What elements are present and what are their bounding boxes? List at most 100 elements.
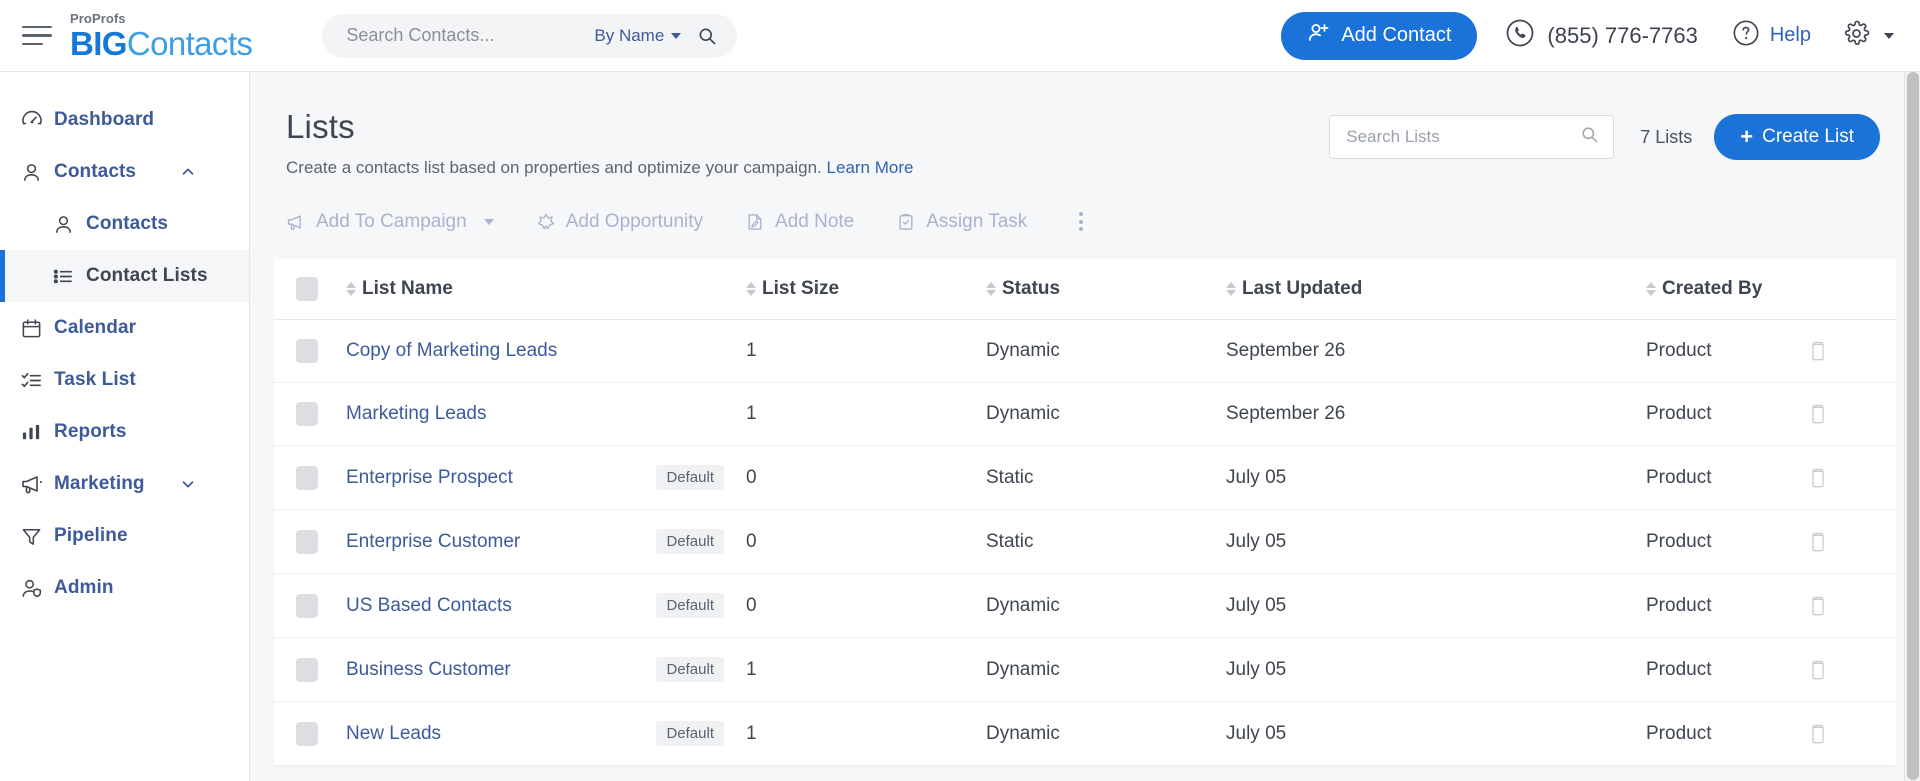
vertical-scrollbar[interactable] <box>1904 72 1920 781</box>
column-label: Last Updated <box>1242 278 1363 299</box>
sort-icon[interactable] <box>746 282 756 296</box>
action-assign-task[interactable]: Assign Task <box>896 211 1027 233</box>
more-actions-icon[interactable] <box>1069 206 1093 237</box>
action-label: Add To Campaign <box>316 210 467 232</box>
sidebar-item-admin[interactable]: Admin <box>0 562 249 614</box>
calendar-icon <box>20 317 54 340</box>
sort-icon[interactable] <box>986 282 996 296</box>
trash-icon[interactable] <box>1806 723 1896 745</box>
cell-list-name: Marketing Leads <box>346 382 746 446</box>
app-logo[interactable]: ProProfs BIGContacts <box>70 12 253 60</box>
sidebar-item-pipeline[interactable]: Pipeline <box>0 510 249 562</box>
add-contact-button[interactable]: Add Contact <box>1281 11 1478 60</box>
row-checkbox[interactable] <box>296 529 318 554</box>
row-checkbox[interactable] <box>296 465 318 490</box>
column-label: List Name <box>362 278 453 299</box>
table-head: List Name List Size Status Last Updated <box>274 259 1896 320</box>
table-row[interactable]: New Leads Default 1 Dynamic July 05 Product <box>274 701 1896 766</box>
trash-icon[interactable] <box>1806 403 1896 425</box>
trash-icon[interactable] <box>1806 595 1896 617</box>
sidebar-item-contact-lists[interactable]: Contact Lists <box>0 250 249 302</box>
search-icon[interactable] <box>1580 125 1599 149</box>
create-list-button[interactable]: + Create List <box>1714 114 1880 160</box>
row-checkbox[interactable] <box>296 657 318 682</box>
lists-search-box[interactable] <box>1329 115 1615 159</box>
global-search-bar[interactable]: By Name <box>322 13 738 58</box>
trash-icon[interactable] <box>1806 467 1896 489</box>
support-phone[interactable]: (855) 776-7763 <box>1505 18 1698 53</box>
select-all-checkbox[interactable] <box>296 277 318 301</box>
sidebar-item-marketing[interactable]: Marketing <box>0 458 249 510</box>
sidebar-item-reports[interactable]: Reports <box>0 406 249 458</box>
cell-status: Static <box>986 509 1226 574</box>
page-subtitle: Create a contacts list based on properti… <box>286 158 913 178</box>
search-input[interactable] <box>346 25 595 46</box>
row-select-cell <box>274 382 346 446</box>
sidebar-item-label: Contacts <box>54 161 137 182</box>
row-select-cell <box>274 445 346 510</box>
hamburger-bar <box>22 34 52 37</box>
table-row[interactable]: Enterprise Customer Default 0 Static July 05… <box>274 509 1896 574</box>
trash-icon[interactable] <box>1806 340 1896 362</box>
select-all-header <box>274 259 346 320</box>
hamburger-bar <box>22 25 52 29</box>
sort-icon[interactable] <box>1226 282 1236 296</box>
search-icon[interactable] <box>697 26 717 46</box>
cell-actions <box>1806 701 1896 766</box>
column-header-created-by[interactable]: Created By <box>1646 259 1806 320</box>
list-name-link[interactable]: Enterprise Prospect <box>346 467 513 489</box>
bulk-action-toolbar: Add To Campaign Add Opportunity Add Note As… <box>250 178 1920 259</box>
action-add-to-campaign[interactable]: Add To Campaign <box>286 211 494 233</box>
table-row[interactable]: Marketing Leads 1 Dynamic September 26 Produ… <box>274 382 1896 446</box>
table-row[interactable]: Enterprise Prospect Default 0 Static July 05… <box>274 445 1896 510</box>
action-add-note[interactable]: Add Note <box>745 211 854 233</box>
list-name-link[interactable]: New Leads <box>346 723 441 745</box>
table-row[interactable]: Business Customer Default 1 Dynamic July 05 P… <box>274 637 1896 702</box>
chevron-down-icon[interactable] <box>179 475 197 493</box>
hamburger-icon[interactable] <box>22 25 52 47</box>
row-checkbox[interactable] <box>296 402 318 426</box>
trash-icon[interactable] <box>1806 531 1896 553</box>
cell-last-updated: July 05 <box>1226 445 1646 510</box>
column-header-status[interactable]: Status <box>986 259 1226 320</box>
cell-created-by: Product <box>1646 319 1806 383</box>
scrollbar-thumb[interactable] <box>1907 72 1919 780</box>
page-header: Lists Create a contacts list based on pr… <box>250 72 1920 178</box>
column-header-list-name[interactable]: List Name <box>346 259 746 320</box>
row-checkbox[interactable] <box>296 339 318 363</box>
page-header-text: Lists Create a contacts list based on pr… <box>286 108 913 178</box>
learn-more-link[interactable]: Learn More <box>827 158 914 177</box>
column-header-last-updated[interactable]: Last Updated <box>1226 259 1646 320</box>
sidebar-item-calendar[interactable]: Calendar <box>0 302 249 354</box>
sort-icon[interactable] <box>346 282 356 296</box>
main-content: Lists Create a contacts list based on pr… <box>250 72 1920 781</box>
table-row[interactable]: US Based Contacts Default 0 Dynamic July 05 P… <box>274 573 1896 638</box>
sidebar-item-dashboard[interactable]: Dashboard <box>0 94 249 146</box>
settings-menu[interactable] <box>1843 20 1894 52</box>
cell-list-size: 0 <box>746 573 986 638</box>
list-name-link[interactable]: US Based Contacts <box>346 595 512 617</box>
trash-icon[interactable] <box>1806 659 1896 681</box>
list-name-link[interactable]: Copy of Marketing Leads <box>346 340 557 362</box>
row-checkbox[interactable] <box>296 593 318 618</box>
cell-list-name: US Based Contacts Default <box>346 573 746 638</box>
list-name-link[interactable]: Enterprise Customer <box>346 531 520 553</box>
column-header-list-size[interactable]: List Size <box>746 259 986 320</box>
search-filter-dropdown[interactable]: By Name <box>594 26 682 46</box>
table-row[interactable]: Copy of Marketing Leads 1 Dynamic September… <box>274 319 1896 383</box>
row-checkbox[interactable] <box>296 721 318 746</box>
sidebar-item-task-list[interactable]: Task List <box>0 354 249 406</box>
cell-list-name: Copy of Marketing Leads <box>346 319 746 383</box>
sidebar-item-contacts[interactable]: Contacts <box>0 198 249 250</box>
action-add-opportunity[interactable]: Add Opportunity <box>536 211 703 233</box>
sidebar-item-label: Task List <box>54 369 136 390</box>
search-lists-input[interactable] <box>1346 127 1581 147</box>
help-link[interactable]: Help <box>1732 19 1811 52</box>
sidebar-item-contacts[interactable]: Contacts <box>0 146 249 198</box>
list-name-link[interactable]: Marketing Leads <box>346 403 486 425</box>
sidebar-item-label: Marketing <box>54 473 145 494</box>
sidebar: Dashboard Contacts Contacts Contact Lists Ca… <box>0 72 250 781</box>
list-name-link[interactable]: Business Customer <box>346 659 511 681</box>
chevron-up-icon[interactable] <box>179 163 197 181</box>
sort-icon[interactable] <box>1646 282 1656 296</box>
